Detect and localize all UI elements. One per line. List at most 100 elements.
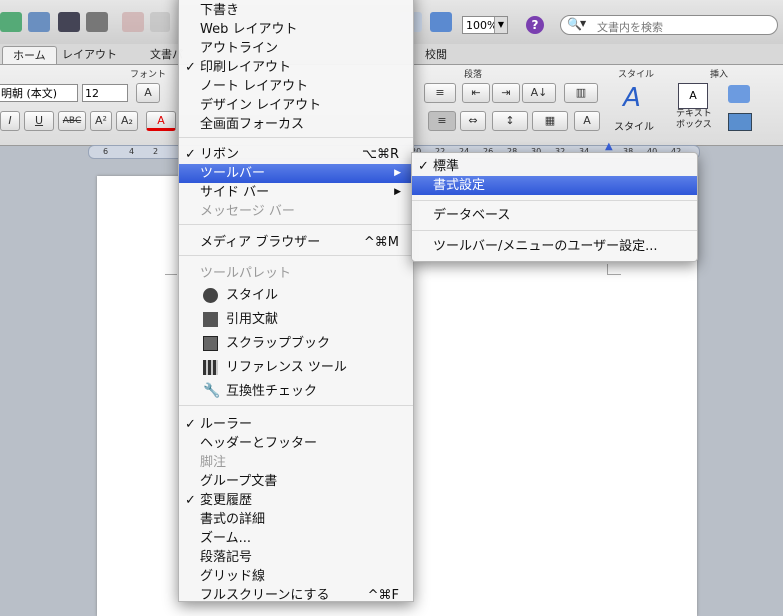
menu-item-label: グリッド線 bbox=[200, 569, 266, 584]
menu-item-label: 互換性チェック bbox=[226, 384, 318, 399]
group-label-paragraph: 段落 bbox=[464, 70, 483, 80]
search-input[interactable]: 🔍 ▼ 文書内を検索 bbox=[560, 15, 778, 35]
copy-icon[interactable] bbox=[150, 12, 170, 32]
menu-item-master-document[interactable]: グループ文書 bbox=[179, 472, 413, 491]
checkmark-icon: ✓ bbox=[185, 493, 196, 508]
menu-item-scrapbook[interactable]: スクラップブック bbox=[179, 334, 413, 353]
styles-button-label[interactable]: スタイル bbox=[614, 118, 654, 133]
menu-item-web-layout[interactable]: Web レイアウト bbox=[179, 20, 413, 39]
menu-separator bbox=[179, 137, 413, 138]
strikethrough-button[interactable]: ABC bbox=[58, 111, 86, 131]
print-icon[interactable] bbox=[86, 12, 108, 32]
ruler-tick: 4 bbox=[129, 147, 135, 156]
font-size-field[interactable]: 12 bbox=[82, 84, 128, 102]
increase-indent-button[interactable]: ⇥ bbox=[492, 83, 520, 103]
menu-item-label: メッセージ バー bbox=[200, 204, 295, 219]
search-placeholder: 文書内を検索 bbox=[597, 21, 663, 34]
font-color-button[interactable]: A bbox=[146, 111, 176, 131]
menu-item-toolbars[interactable]: ツールバー ▶ bbox=[179, 164, 413, 183]
justify-button[interactable]: ≡ bbox=[428, 111, 456, 131]
underline-button[interactable]: U bbox=[24, 111, 54, 131]
menu-item-label: 下書き bbox=[200, 3, 240, 18]
menu-item-outline[interactable]: アウトライン bbox=[179, 39, 413, 58]
tab-home[interactable]: ホーム bbox=[2, 46, 57, 64]
menu-item-notebook-layout[interactable]: ノート レイアウト bbox=[179, 77, 413, 96]
subscript-button[interactable]: A₂ bbox=[116, 111, 138, 131]
submenu-arrow-icon: ▶ bbox=[394, 168, 401, 178]
menu-separator bbox=[179, 224, 413, 225]
menu-item-ruler[interactable]: ✓ ルーラー bbox=[179, 415, 413, 434]
textbox-icon[interactable]: A bbox=[678, 83, 708, 109]
help-icon[interactable]: ? bbox=[526, 16, 544, 34]
citations-icon bbox=[203, 312, 218, 327]
menu-item-gridlines[interactable]: グリッド線 bbox=[179, 567, 413, 586]
group-label-insert: 挿入 bbox=[710, 70, 729, 80]
zoom-select[interactable]: 100% ▼ bbox=[462, 16, 508, 34]
menu-item-paragraph-marks[interactable]: 段落記号 bbox=[179, 548, 413, 567]
submenu-item-formatting[interactable]: 書式設定 bbox=[412, 176, 697, 195]
cut-icon[interactable] bbox=[122, 12, 144, 32]
menu-item-citations[interactable]: 引用文献 bbox=[179, 310, 413, 329]
borders-button[interactable]: ▦ bbox=[532, 111, 568, 131]
menu-item-media-browser[interactable]: メディア ブラウザー ^⌘M bbox=[179, 233, 413, 252]
menu-item-label: ヘッダーとフッター bbox=[200, 436, 318, 451]
menu-item-label: 変更履歴 bbox=[200, 493, 253, 508]
columns-button[interactable]: ▥ bbox=[564, 83, 598, 103]
menu-item-focus[interactable]: 全画面フォーカス bbox=[179, 115, 413, 134]
menu-item-full-screen[interactable]: フルスクリーンにする ^⌘F bbox=[179, 586, 413, 605]
submenu-item-customize[interactable]: ツールバー/メニューのユーザー設定... bbox=[412, 237, 697, 256]
menu-item-label: ツールパレット bbox=[200, 266, 292, 281]
line-spacing-button[interactable]: ↕ bbox=[492, 111, 528, 131]
checkmark-icon: ✓ bbox=[185, 147, 196, 162]
sidebar-icon[interactable] bbox=[430, 12, 452, 32]
menu-item-label: データベース bbox=[433, 208, 511, 223]
menu-shortcut: ⌥⌘R bbox=[361, 147, 399, 162]
menu-item-label: ツールバー bbox=[200, 166, 266, 181]
numbering-button[interactable]: ≡ bbox=[424, 83, 456, 103]
menu-item-label: スタイル bbox=[226, 288, 279, 303]
menu-item-styles[interactable]: スタイル bbox=[179, 286, 413, 305]
menu-item-label: デザイン レイアウト bbox=[200, 98, 322, 113]
menu-item-compatibility[interactable]: 🔧 互換性チェック bbox=[179, 382, 413, 401]
shading-button[interactable]: A bbox=[574, 111, 600, 131]
menu-item-sidebar[interactable]: サイド バー ▶ bbox=[179, 183, 413, 202]
picture-icon[interactable] bbox=[728, 113, 752, 131]
submenu-item-standard[interactable]: ✓ 標準 bbox=[412, 157, 697, 176]
menu-item-track-changes[interactable]: ✓ 変更履歴 bbox=[179, 491, 413, 510]
open-folder-icon[interactable] bbox=[28, 12, 50, 32]
menu-item-label: 引用文献 bbox=[226, 312, 279, 327]
menu-item-footnotes: 脚注 bbox=[179, 453, 413, 472]
menu-item-header-footer[interactable]: ヘッダーとフッター bbox=[179, 434, 413, 453]
distributed-button[interactable]: ⇔ bbox=[460, 111, 486, 131]
menu-item-label: 全画面フォーカス bbox=[200, 117, 305, 132]
menu-item-reveal-formatting[interactable]: 書式の詳細 bbox=[179, 510, 413, 529]
menu-shortcut: ^⌘M bbox=[363, 235, 399, 250]
decrease-indent-button[interactable]: ⇤ bbox=[462, 83, 490, 103]
tab-layout[interactable]: レイアウト bbox=[52, 46, 127, 63]
superscript-button[interactable]: A² bbox=[90, 111, 112, 131]
styles-icon[interactable]: A bbox=[612, 83, 652, 113]
menu-item-ribbon[interactable]: ✓ リボン ⌥⌘R bbox=[179, 145, 413, 164]
menu-separator bbox=[412, 200, 697, 201]
menu-item-zoom[interactable]: ズーム... bbox=[179, 529, 413, 548]
menu-item-publishing-layout[interactable]: デザイン レイアウト bbox=[179, 96, 413, 115]
shapes-icon[interactable] bbox=[728, 85, 750, 103]
gallery-icon[interactable] bbox=[0, 12, 22, 32]
menu-item-reference-tools[interactable]: リファレンス ツール bbox=[179, 358, 413, 377]
menu-item-label: リファレンス ツール bbox=[226, 360, 347, 375]
menu-separator bbox=[179, 255, 413, 256]
submenu-item-database[interactable]: データベース bbox=[412, 206, 697, 225]
font-size-value: 12 bbox=[85, 87, 99, 100]
menu-item-draft[interactable]: 下書き bbox=[179, 1, 413, 20]
textbox-button-label[interactable]: テキスト ボックス bbox=[676, 109, 712, 131]
italic-button[interactable]: I bbox=[0, 111, 20, 131]
font-name-field[interactable]: 明朝 (本文) bbox=[0, 84, 78, 102]
save-icon[interactable] bbox=[58, 12, 80, 32]
menu-item-label: リボン bbox=[200, 147, 240, 162]
chevron-down-icon: ▼ bbox=[494, 17, 507, 33]
tab-review[interactable]: 校閲 bbox=[415, 46, 457, 63]
menu-item-print-layout[interactable]: ✓ 印刷レイアウト bbox=[179, 58, 413, 77]
indent-marker-icon[interactable]: ▲ bbox=[605, 141, 613, 152]
grow-font-button[interactable]: A bbox=[136, 83, 160, 103]
sort-button[interactable]: A↓ bbox=[522, 83, 556, 103]
